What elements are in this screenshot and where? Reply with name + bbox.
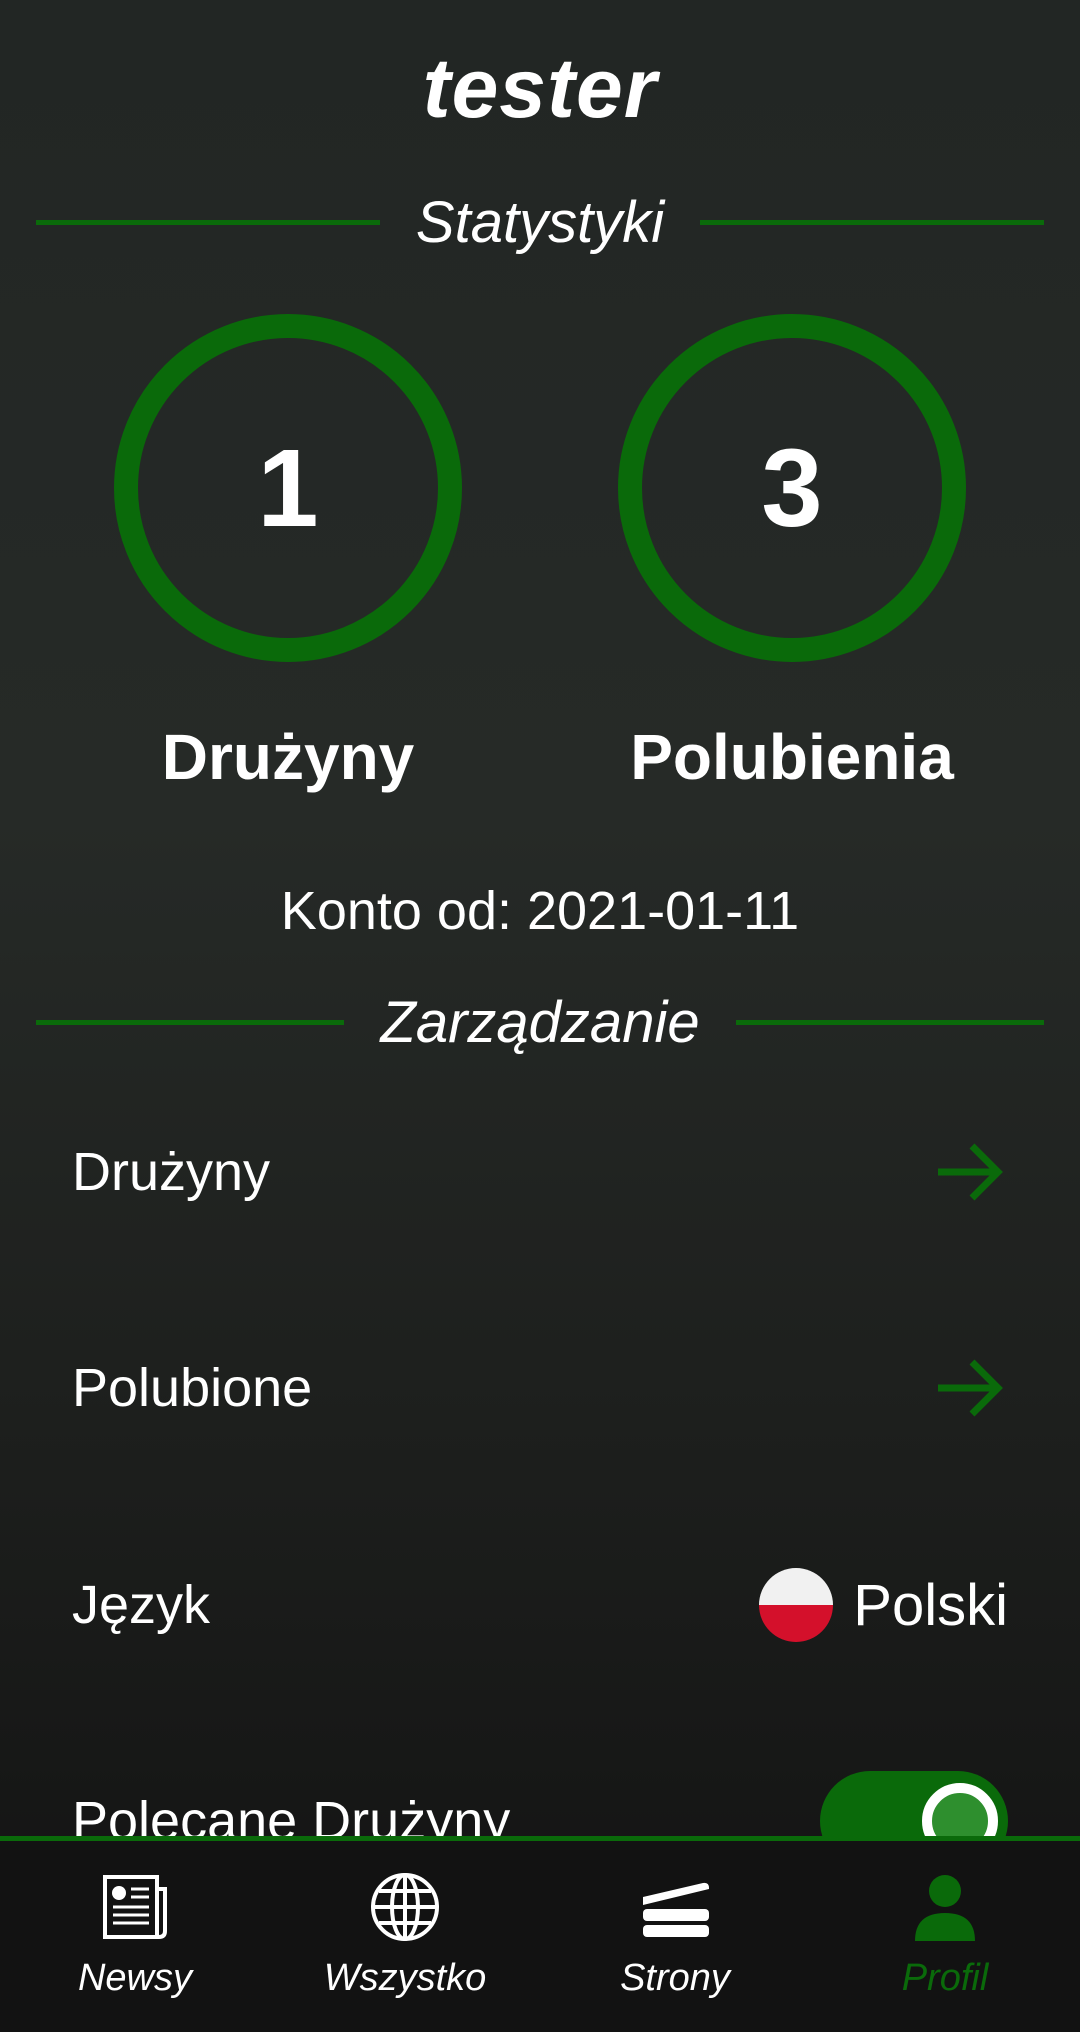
teams-count-circle: 1 [114, 314, 462, 662]
newspaper-icon [103, 1875, 167, 1939]
nav-item-pages[interactable]: Strony [540, 1841, 810, 2032]
likes-stat-label: Polubienia [630, 721, 954, 793]
globe-icon [371, 1873, 439, 1941]
manage-divider: Zarządzanie [36, 982, 1045, 1062]
manage-section-title: Zarządzanie [380, 989, 700, 1055]
account-since-text: Konto od: 2021-01-11 [280, 881, 800, 941]
arrow-right-icon [938, 1359, 1003, 1417]
stats-section-title: Statystyki [415, 189, 665, 255]
menu-item-label: Polubione [72, 1358, 313, 1418]
menu-item-language[interactable]: Język Polski [72, 1550, 1008, 1660]
menu-item-teams[interactable]: Drużyny [72, 1117, 1008, 1227]
teams-stat-label: Drużyny [161, 721, 415, 793]
nav-item-news[interactable]: Newsy [0, 1841, 270, 2032]
divider-line-left [36, 1019, 345, 1025]
menu-item-label: Drużyny [72, 1142, 271, 1202]
divider-line-right [700, 219, 1045, 225]
menu-item-label: Język [72, 1575, 211, 1635]
page-title: tester [422, 41, 658, 135]
nav-label: Wszystko [323, 1957, 487, 1999]
nav-label: Newsy [77, 1957, 193, 1999]
arrow-right-icon [938, 1143, 1003, 1201]
language-selector[interactable]: Polski [759, 1568, 1008, 1642]
stats-divider: Statystyki [36, 182, 1045, 262]
divider-line-right [735, 1019, 1045, 1025]
likes-count-circle: 3 [618, 314, 966, 662]
pages-icon [643, 1882, 709, 1937]
nav-label: Strony [620, 1957, 730, 1999]
menu-item-liked[interactable]: Polubione [72, 1333, 1008, 1443]
bottom-navigation: Newsy Wszystko Strony Profil [0, 1836, 1080, 2032]
poland-flag-icon [759, 1568, 834, 1642]
nav-item-profile[interactable]: Profil [810, 1841, 1080, 2032]
nav-item-all[interactable]: Wszystko [270, 1841, 540, 2032]
divider-line-left [36, 219, 380, 225]
person-icon [915, 1875, 975, 1941]
language-value: Polski [853, 1572, 1008, 1638]
nav-label: Profil [901, 1957, 989, 1999]
